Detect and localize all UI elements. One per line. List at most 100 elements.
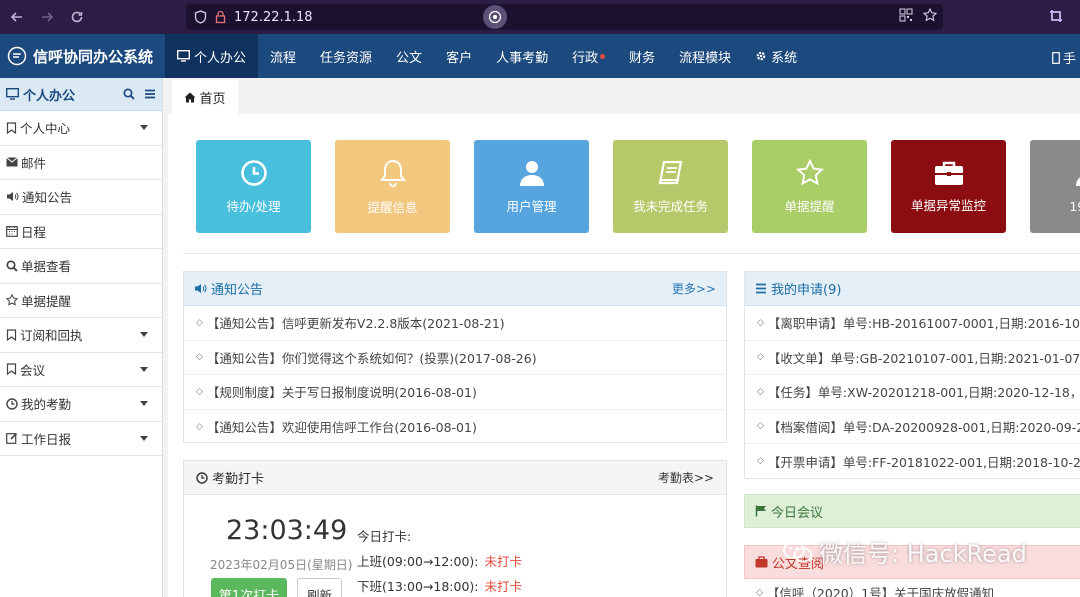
- meeting-panel: 今日会议: [744, 494, 1080, 528]
- tile-exception-monitor[interactable]: 单据异常监控: [891, 140, 1006, 233]
- attendance-panel: 考勤打卡 考勤表>> 23:03:49 2023年02月05日(星期日) 今日打…: [183, 460, 727, 597]
- nav-item-hr-attendance[interactable]: 人事考勤: [484, 34, 560, 78]
- tab-home[interactable]: 首页: [172, 80, 238, 114]
- sidebar-item-personal-center[interactable]: 个人中心: [0, 111, 162, 146]
- star-icon: [795, 158, 824, 185]
- sidebar-item-document-reminder[interactable]: 单据提醒: [0, 284, 162, 318]
- document-text: 【信呼（2020）1号】关于国庆放假通知: [766, 586, 995, 597]
- tile-label: 提醒信息: [367, 199, 418, 215]
- sidebar-item-schedule[interactable]: 日程: [0, 215, 162, 249]
- application-text: 【开票申请】单号:FF-20181022-001,日期:2018-10-22，待: [767, 454, 1080, 470]
- chevron-down-icon: [140, 332, 148, 338]
- reload-button[interactable]: [64, 4, 90, 30]
- list-item[interactable]: ◇ 【通知公告】信呼更新发布V2.2.8版本(2021-08-21): [184, 306, 726, 341]
- screenshot-button[interactable]: [483, 5, 507, 29]
- more-link[interactable]: 更多>>: [672, 280, 716, 297]
- panel-title: 我的申请(9): [771, 283, 842, 298]
- app-logo[interactable]: 信呼协同办公系统: [0, 46, 165, 67]
- bookmark-star-icon[interactable]: [923, 8, 937, 22]
- browser-toolbar: 172.22.1.18: [0, 0, 1080, 34]
- diamond-bullet-icon: ◇: [196, 386, 203, 397]
- list-item[interactable]: ◇ 【开票申请】单号:FF-20181022-001,日期:2018-10-22，…: [745, 444, 1080, 479]
- tile-countdown[interactable]: 199秒: [1030, 140, 1080, 233]
- notice-text: 【通知公告】欢迎使用信呼工作台(2016-08-01): [206, 420, 477, 436]
- back-button[interactable]: [4, 4, 30, 30]
- nav-item-task-resources[interactable]: 任务资源: [308, 34, 384, 78]
- list-item[interactable]: ◇ 【通知公告】欢迎使用信呼工作台(2016-08-01): [184, 410, 726, 445]
- diamond-bullet-icon: ◇: [757, 386, 764, 397]
- list-item[interactable]: ◇【档案借阅】单号:DA-20200928-001,日期:2020-09-28，…: [745, 410, 1080, 444]
- mobile-icon: [1052, 51, 1060, 64]
- nav-item-system[interactable]: 系统: [743, 34, 809, 78]
- user-icon: [519, 160, 544, 186]
- nav-item-workflow[interactable]: 流程: [258, 34, 308, 78]
- punch-button[interactable]: 第1次打卡: [211, 578, 287, 597]
- list-item[interactable]: ◇ 【信呼（2020）1号】关于国庆放假通知: [744, 579, 1080, 597]
- wechat-watermark: 微信号: HackRead: [783, 534, 1027, 569]
- list-item[interactable]: ◇ 【通知公告】你们觉得这个系统如何？(投票)(2017-08-26): [184, 341, 726, 375]
- list-item[interactable]: ◇ 【规则制度】关于写日报制度说明(2016-08-01): [184, 375, 726, 410]
- tile-label: 用户管理: [506, 198, 557, 214]
- sidebar-item-daily-report[interactable]: 工作日报: [0, 422, 162, 456]
- diamond-bullet-icon: ◇: [756, 587, 763, 597]
- notice-text: 【通知公告】信呼更新发布V2.2.8版本(2021-08-21): [206, 316, 505, 332]
- forward-button[interactable]: [34, 4, 60, 30]
- nav-label: 公文: [396, 50, 423, 66]
- applications-panel-header: 我的申请(9): [745, 272, 1080, 306]
- address-bar[interactable]: 172.22.1.18: [186, 4, 943, 30]
- top-nav: 个人办公 流程 任务资源 公文 客户 人事考勤 行政 财务 流程模块 系统: [165, 34, 809, 78]
- nav-item-workflow-modules[interactable]: 流程模块: [667, 34, 743, 78]
- sidebar-item-label: 日程: [21, 224, 47, 240]
- tile-unfinished-tasks[interactable]: 我未完成任务: [613, 140, 728, 233]
- briefcase-icon: [934, 161, 963, 185]
- application-text: 【收文单】单号:GB-20210107-001,日期:2021-01-07，待: [767, 350, 1080, 366]
- crop-extension-button[interactable]: [1049, 9, 1063, 23]
- diamond-bullet-icon: ◇: [196, 317, 203, 328]
- tile-reminders[interactable]: 提醒信息: [335, 140, 450, 233]
- tab-bar: 首页: [168, 78, 1080, 114]
- wechat-icon: [783, 540, 813, 562]
- diamond-bullet-icon: ◇: [757, 352, 764, 363]
- nav-item-documents[interactable]: 公文: [384, 34, 434, 78]
- sidebar-item-meetings[interactable]: 会议: [0, 353, 162, 387]
- nav-item-finance[interactable]: 财务: [617, 34, 667, 78]
- attendance-panel-header: 考勤打卡 考勤表>>: [184, 461, 726, 495]
- tile-todo[interactable]: 待办/处理: [196, 140, 311, 233]
- qr-code-icon[interactable]: [899, 8, 913, 22]
- menu-icon[interactable]: [144, 88, 156, 100]
- meeting-panel-header: 今日会议: [744, 494, 1080, 528]
- search-icon[interactable]: [123, 88, 135, 100]
- list-item[interactable]: ◇ 【收文单】单号:GB-20210107-001,日期:2021-01-07，待…: [745, 341, 1080, 375]
- nav-item-personal-office[interactable]: 个人办公: [165, 34, 259, 78]
- diamond-bullet-icon: ◇: [757, 421, 764, 432]
- home-icon: [184, 92, 196, 102]
- clock-icon: [6, 398, 18, 410]
- list-item[interactable]: ◇ 【离职申请】单号:HB-20161007-0001,日期:2016-10-07…: [745, 306, 1080, 341]
- sidebar-item-subscriptions[interactable]: 订阅和回执: [0, 318, 162, 353]
- flag-icon: [755, 505, 766, 517]
- tile-document-reminder[interactable]: 单据提醒: [752, 140, 867, 233]
- nav-item-administration[interactable]: 行政: [560, 34, 617, 78]
- header-right-menu[interactable]: 手: [1052, 48, 1076, 67]
- sidebar-item-mail[interactable]: 邮件: [0, 146, 162, 180]
- nav-label: 客户: [446, 50, 473, 66]
- shift-status: 未打卡: [484, 554, 523, 569]
- divider: [183, 253, 1080, 254]
- main-content: 待办/处理 提醒信息 用户管理 我未完成任务 单据提醒 单据异常监控 199秒 …: [168, 114, 1080, 597]
- panel-title: 今日会议: [771, 505, 824, 521]
- sidebar-item-document-view[interactable]: 单据查看: [0, 249, 162, 284]
- refresh-button[interactable]: 刷新: [297, 578, 342, 597]
- tile-label: 我未完成任务: [632, 198, 708, 214]
- tile-user-management[interactable]: 用户管理: [474, 140, 589, 233]
- sidebar-item-label: 单据查看: [21, 259, 72, 275]
- shift-row: 下班(13:00→18:00): 未打卡: [357, 576, 522, 595]
- sidebar-item-my-attendance[interactable]: 我的考勤: [0, 387, 162, 422]
- sidebar-item-notices[interactable]: 通知公告: [0, 180, 162, 215]
- sidebar-item-label: 单据提醒: [21, 293, 72, 309]
- list-item[interactable]: ◇【任务】单号:XW-20201218-001,日期:2020-12-18，待督: [745, 375, 1080, 410]
- attendance-sheet-link[interactable]: 考勤表>>: [658, 469, 714, 486]
- briefcase-icon: [755, 556, 768, 568]
- nav-item-customers[interactable]: 客户: [434, 34, 484, 78]
- application-text: 【任务】单号:XW-20201218-001,日期:2020-12-18，待: [767, 385, 1080, 401]
- chevron-down-icon: [140, 366, 148, 372]
